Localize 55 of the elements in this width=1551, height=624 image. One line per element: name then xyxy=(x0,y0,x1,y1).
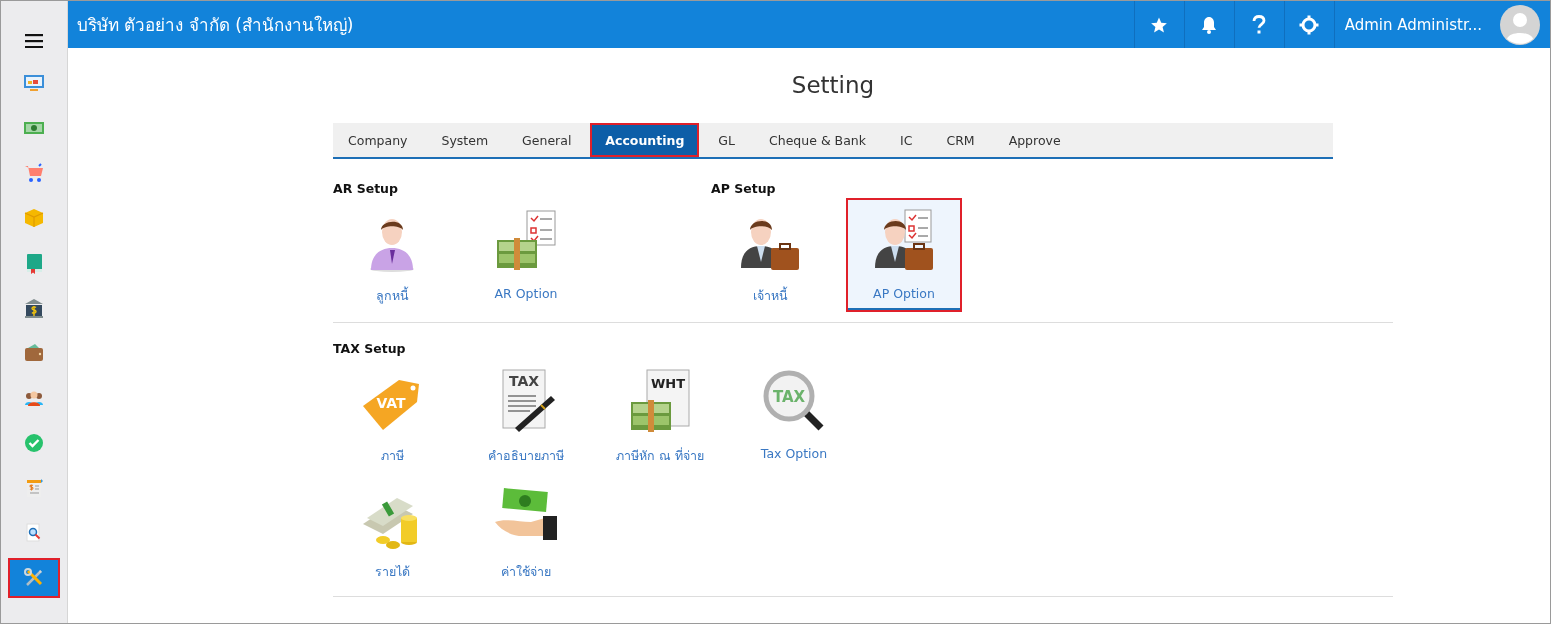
monitor-icon xyxy=(23,72,45,94)
tile-label: รายได้ xyxy=(374,563,410,581)
tile-label: AR Option xyxy=(494,286,558,301)
company-name: บริษัท ตัวอย่าง จำกัด (สำนักงานใหญ่) xyxy=(76,14,355,37)
tab[interactable]: Approve xyxy=(993,123,1076,157)
tile-label: ลูกหนี้ xyxy=(375,286,409,306)
tile-label: ภาษี xyxy=(380,447,404,465)
user-name: Admin Administr... xyxy=(1344,15,1482,34)
section-title: TAX Setup xyxy=(333,341,407,356)
cart-icon xyxy=(23,162,45,184)
tab[interactable]: Accounting xyxy=(590,123,700,157)
document-with-money-icon xyxy=(631,369,690,432)
tile-label: ภาษีหัก ณ ที่จ่าย xyxy=(616,446,704,465)
tab[interactable]: System xyxy=(426,123,504,157)
tab[interactable]: General xyxy=(507,123,587,157)
bank-icon xyxy=(23,297,45,319)
setting-tile[interactable]: รายได้ xyxy=(336,476,448,586)
tile-label: เจ้าหนี้ xyxy=(752,286,788,305)
setting-tile[interactable]: ค่าใช้จ่าย xyxy=(470,476,582,586)
document-text: TAX xyxy=(508,373,540,389)
help-icon xyxy=(1252,14,1267,35)
wallet-icon xyxy=(23,342,45,364)
setting-tile[interactable]: VAT ภาษี xyxy=(336,360,448,470)
setting-tile[interactable]: TAX คำอธิบายภาษี xyxy=(470,360,582,470)
tile-label: Tax Option xyxy=(760,446,828,461)
tab[interactable]: IC xyxy=(885,123,928,157)
check-icon xyxy=(23,432,45,454)
tab[interactable]: Cheque & Bank xyxy=(754,123,881,157)
tile-label: ค่าใช้จ่าย xyxy=(501,563,551,581)
setting-tile[interactable]: AR Option xyxy=(470,200,582,310)
avatar-icon xyxy=(1500,4,1540,45)
magnifier-icon xyxy=(763,370,824,431)
setting-tile[interactable]: AP Option xyxy=(848,200,960,310)
tab[interactable]: CRM xyxy=(931,123,990,157)
setting-tile[interactable]: เจ้าหนี้ xyxy=(714,200,826,310)
price-tag-icon xyxy=(363,380,419,430)
bell-icon xyxy=(1201,15,1218,34)
tab[interactable]: Company xyxy=(333,123,423,157)
document-text: WHT xyxy=(650,376,686,391)
document-with-pen-icon xyxy=(502,369,555,432)
section-title: AP Setup xyxy=(711,181,777,196)
tab[interactable]: GL xyxy=(703,123,750,157)
box-icon xyxy=(23,207,45,229)
page-title: Setting xyxy=(790,71,876,100)
setting-tile[interactable]: WHT ภาษีหัก ณ ที่จ่าย xyxy=(604,360,716,470)
tile-label: คำอธิบายภาษี xyxy=(488,447,564,465)
tile-label: AP Option xyxy=(873,286,935,301)
setting-tile[interactable]: TAX Tax Option xyxy=(738,360,850,470)
setting-tile[interactable]: ลูกหนี้ xyxy=(336,200,448,310)
menu-icon xyxy=(25,34,43,48)
magnifier-text: TAX xyxy=(772,388,806,406)
tag-text: VAT xyxy=(376,395,406,411)
section-title: AR Setup xyxy=(333,181,399,196)
settings-icon xyxy=(1299,14,1320,35)
user-menu[interactable]: Admin Administr... xyxy=(1333,1,1550,48)
